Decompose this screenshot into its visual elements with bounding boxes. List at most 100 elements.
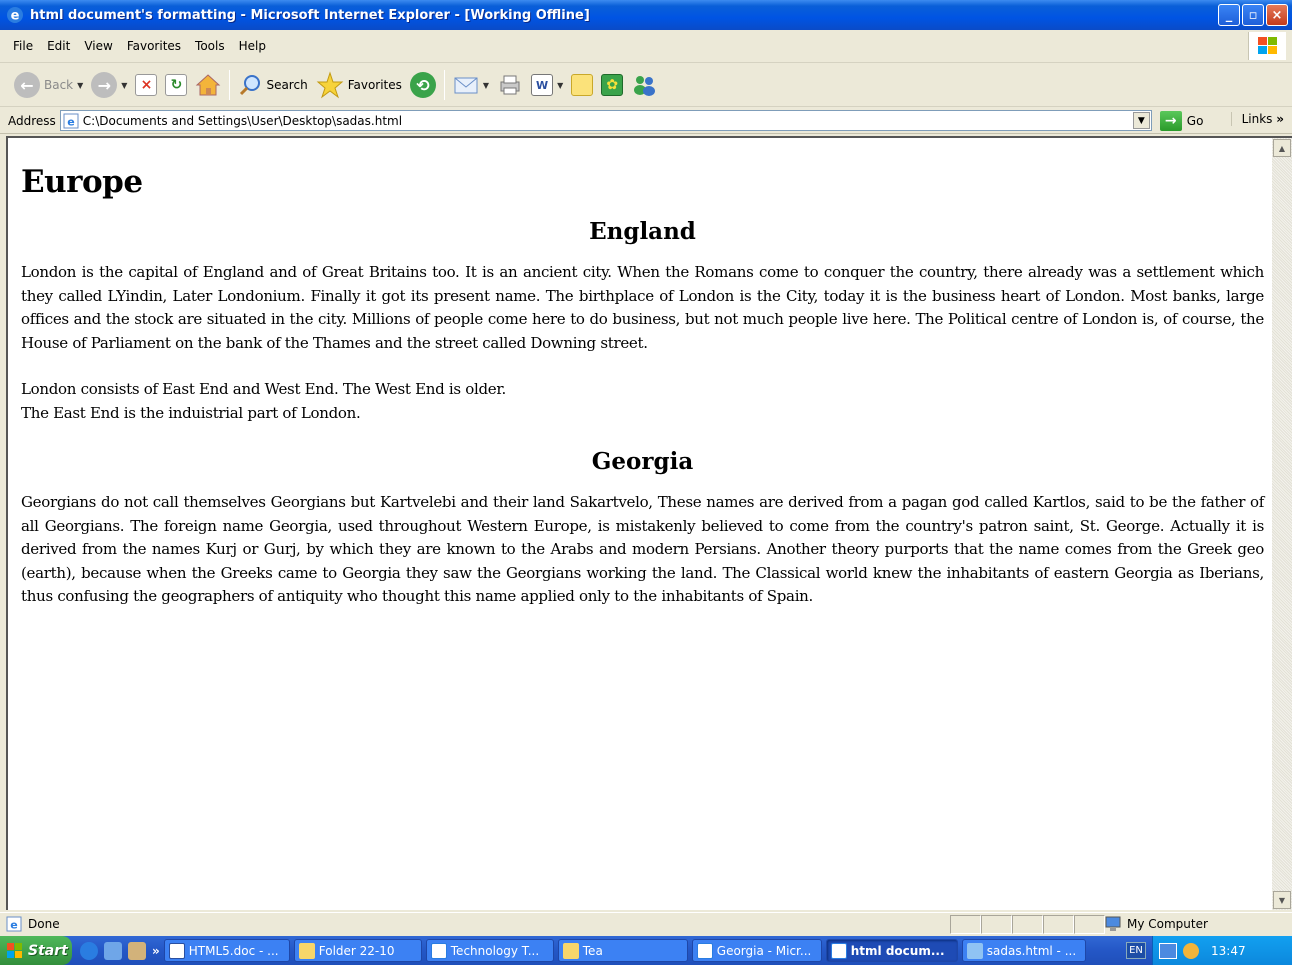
status-panels [950,915,1105,934]
favorites-label: Favorites [347,78,402,92]
chevron-down-icon[interactable]: ▼ [1132,112,1150,129]
star-icon [316,71,344,99]
scroll-up-icon[interactable]: ▲ [1273,139,1291,157]
task-label: Tea [582,943,603,958]
menu-edit[interactable]: Edit [40,37,77,55]
task-button-notepad[interactable]: sadas.html - ... [961,939,1086,962]
menu-tools[interactable]: Tools [188,37,232,55]
section-heading-georgia: Georgia [591,448,694,475]
favorites-button[interactable]: Favorites [312,68,406,102]
status-panel [981,915,1012,934]
ie-icon [430,942,447,959]
icq-button[interactable]: ✿ [597,68,627,102]
section-heading-england: England [589,218,696,245]
task-button-technology[interactable]: Technology T... [425,939,554,962]
browser-viewport[interactable]: Europe England London is the capital of … [6,136,1292,910]
svg-text:e: e [10,919,17,932]
task-button-word[interactable]: HTML5.doc - ... [163,939,290,962]
menu-bar: File Edit View Favorites Tools Help [0,30,1292,63]
windows-flag-icon [7,942,22,958]
scroll-down-icon[interactable]: ▼ [1273,891,1291,909]
status-panel [1012,915,1043,934]
language-indicator[interactable]: EN [1126,942,1146,959]
window-titlebar[interactable]: e html document's formatting - Microsoft… [0,0,1292,30]
flower-icon: ✿ [601,74,624,96]
search-icon [240,75,261,96]
address-label: Address [8,113,56,128]
security-zone: My Computer [1104,916,1208,932]
task-label: html docum... [850,943,945,958]
refresh-icon: ↻ [165,74,188,96]
chevron-down-icon[interactable]: ▼ [483,81,489,90]
ie-icon: e [7,7,23,24]
links-button[interactable]: Links » [1230,112,1284,126]
task-label: sadas.html - ... [986,943,1077,958]
history-button[interactable]: ⟲ [406,68,440,102]
task-label: Technology T... [450,943,540,958]
start-button[interactable]: Start [0,936,72,965]
forward-button[interactable]: → ▼ [87,68,131,102]
word-icon: W [531,74,554,96]
task-button-georgia[interactable]: Georgia - Micr... [691,939,822,962]
go-arrow-icon: → [1159,110,1182,131]
outlook-icon[interactable] [104,941,122,960]
folder-icon [298,942,315,959]
history-icon: ⟲ [409,72,436,98]
discuss-button[interactable] [567,68,597,102]
home-button[interactable] [191,68,225,102]
media-icon[interactable] [128,941,146,960]
stop-button[interactable]: × [131,68,161,102]
task-button-tea[interactable]: Tea [557,939,688,962]
taskbar: Start » HTML5.doc - ... Folder 22-10 Tec… [0,936,1292,965]
mail-button[interactable]: ▼ [449,68,493,102]
toolbar-separator [229,70,231,100]
menu-favorites[interactable]: Favorites [120,37,188,55]
close-button[interactable]: × [1266,4,1288,26]
georgia-paragraph-1: Georgians do not call themselves Georgia… [21,493,1264,605]
clock[interactable]: 13:47 [1211,944,1246,958]
chevron-down-icon[interactable]: ▼ [557,81,563,90]
edit-word-button[interactable]: W ▼ [527,68,567,102]
alert-icon[interactable] [1183,942,1199,959]
status-bar: e Done My Computer [0,912,1292,935]
england-line-2: The East End is the induistrial part of … [21,403,361,422]
status-text: Done [28,917,60,931]
back-button[interactable]: ← Back ▼ [10,68,87,102]
window-title: html document's formatting - Microsoft I… [30,7,590,23]
menu-file[interactable]: File [6,37,40,55]
address-bar: Address e C:\Documents and Settings\User… [0,108,1292,134]
messenger-button[interactable] [627,68,661,102]
go-label: Go [1186,113,1204,128]
ie-icon [696,942,713,959]
messenger-icon [634,76,656,96]
refresh-button[interactable]: ↻ [161,68,191,102]
maximize-button[interactable]: ▫ [1242,4,1264,26]
ie-icon[interactable] [80,941,98,960]
stop-icon: × [135,74,158,96]
task-label: Folder 22-10 [318,943,395,958]
page-heading: Europe [21,164,143,200]
menu-help[interactable]: Help [232,37,273,55]
task-label: HTML5.doc - ... [188,943,279,958]
vertical-scrollbar[interactable]: ▲ ▼ [1272,138,1292,910]
network-icon[interactable] [1159,942,1177,959]
search-button[interactable]: Search [234,68,311,102]
task-button-folder[interactable]: Folder 22-10 [293,939,422,962]
chevron-right-icon[interactable]: » [152,944,160,958]
chevron-down-icon[interactable]: ▼ [121,81,127,90]
task-button-html-document[interactable]: html docum... [825,939,958,962]
menu-view[interactable]: View [77,37,119,55]
word-icon [168,942,185,959]
ie-icon [830,942,847,959]
england-paragraph-1: London is the capital of England and of … [21,263,1264,352]
print-button[interactable] [493,68,527,102]
chevron-down-icon[interactable]: ▼ [77,81,83,90]
go-button[interactable]: → Go [1159,110,1204,131]
back-label: Back [44,78,74,92]
windows-logo-icon [1248,32,1286,60]
svg-text:e: e [11,9,20,24]
minimize-button[interactable]: _ [1218,4,1240,26]
start-label: Start [28,942,68,959]
address-input[interactable]: e C:\Documents and Settings\User\Desktop… [59,110,1152,131]
back-arrow-icon: ← [14,72,40,98]
